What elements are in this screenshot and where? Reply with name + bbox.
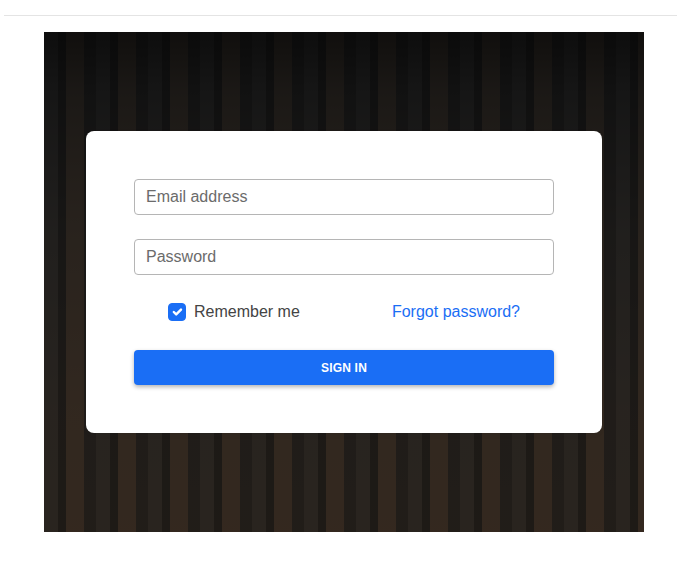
sign-in-button[interactable]: SIGN IN — [134, 350, 554, 385]
remember-group: Remember me — [168, 300, 300, 324]
password-input[interactable] — [134, 239, 554, 275]
remember-label[interactable]: Remember me — [194, 300, 300, 324]
remember-checkbox[interactable] — [168, 303, 186, 321]
forgot-password-link[interactable]: Forgot password? — [392, 300, 520, 324]
top-divider — [4, 0, 677, 16]
email-input[interactable] — [134, 179, 554, 215]
login-card: Remember me Forgot password? SIGN IN — [86, 131, 602, 433]
options-row: Remember me Forgot password? — [134, 300, 554, 324]
background-photo: Remember me Forgot password? SIGN IN — [44, 32, 644, 532]
